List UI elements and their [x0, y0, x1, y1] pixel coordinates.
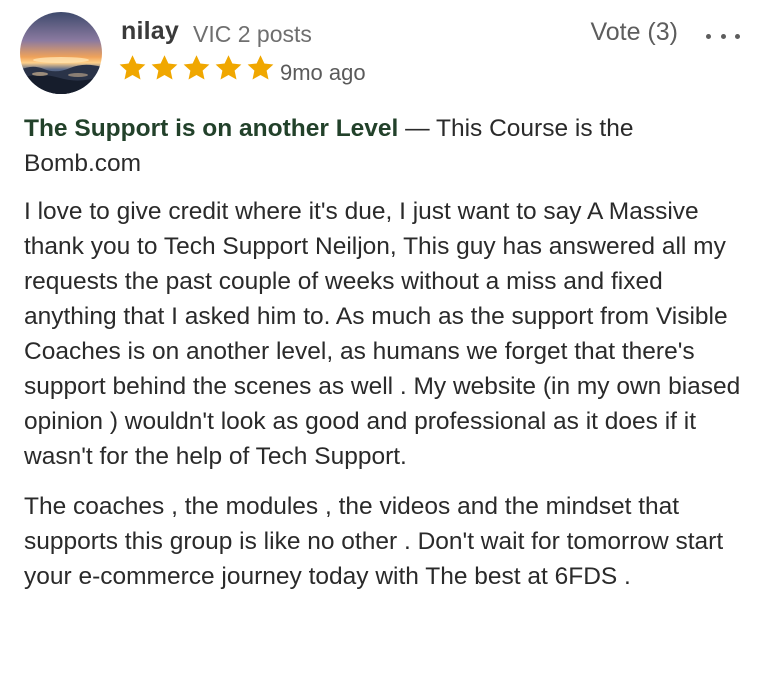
author-name[interactable]: nilay	[121, 17, 179, 46]
ellipsis-icon[interactable]	[706, 26, 740, 46]
star-icon	[247, 55, 274, 80]
star-icon	[183, 55, 210, 80]
headline-separator: —	[398, 115, 437, 142]
review-headline: The Support is on another Level — This C…	[24, 111, 752, 181]
review-timestamp: 9mo ago	[280, 60, 366, 85]
review-title: The Support is on another Level	[24, 115, 399, 142]
star-icon	[119, 55, 146, 80]
dot	[735, 33, 740, 39]
author-post-count: 2 posts	[237, 21, 312, 47]
review-body: The Support is on another Level — This C…	[24, 111, 752, 609]
review-paragraph: I love to give credit where it's due, I …	[24, 198, 741, 470]
review-paragraph: The coaches , the modules , the videos a…	[24, 493, 724, 590]
star-icon	[215, 55, 242, 80]
star-rating	[117, 53, 276, 83]
vote-button[interactable]: Vote (3)	[590, 18, 678, 47]
dot	[706, 33, 711, 39]
dot	[720, 33, 726, 39]
author-meta: VIC 2 posts	[193, 21, 312, 48]
review-card: nilay VIC 2 posts 9mo ago Vote (3) The S…	[0, 0, 768, 687]
star-icon	[151, 55, 178, 80]
avatar[interactable]	[20, 12, 102, 94]
author-location: VIC	[193, 21, 232, 47]
